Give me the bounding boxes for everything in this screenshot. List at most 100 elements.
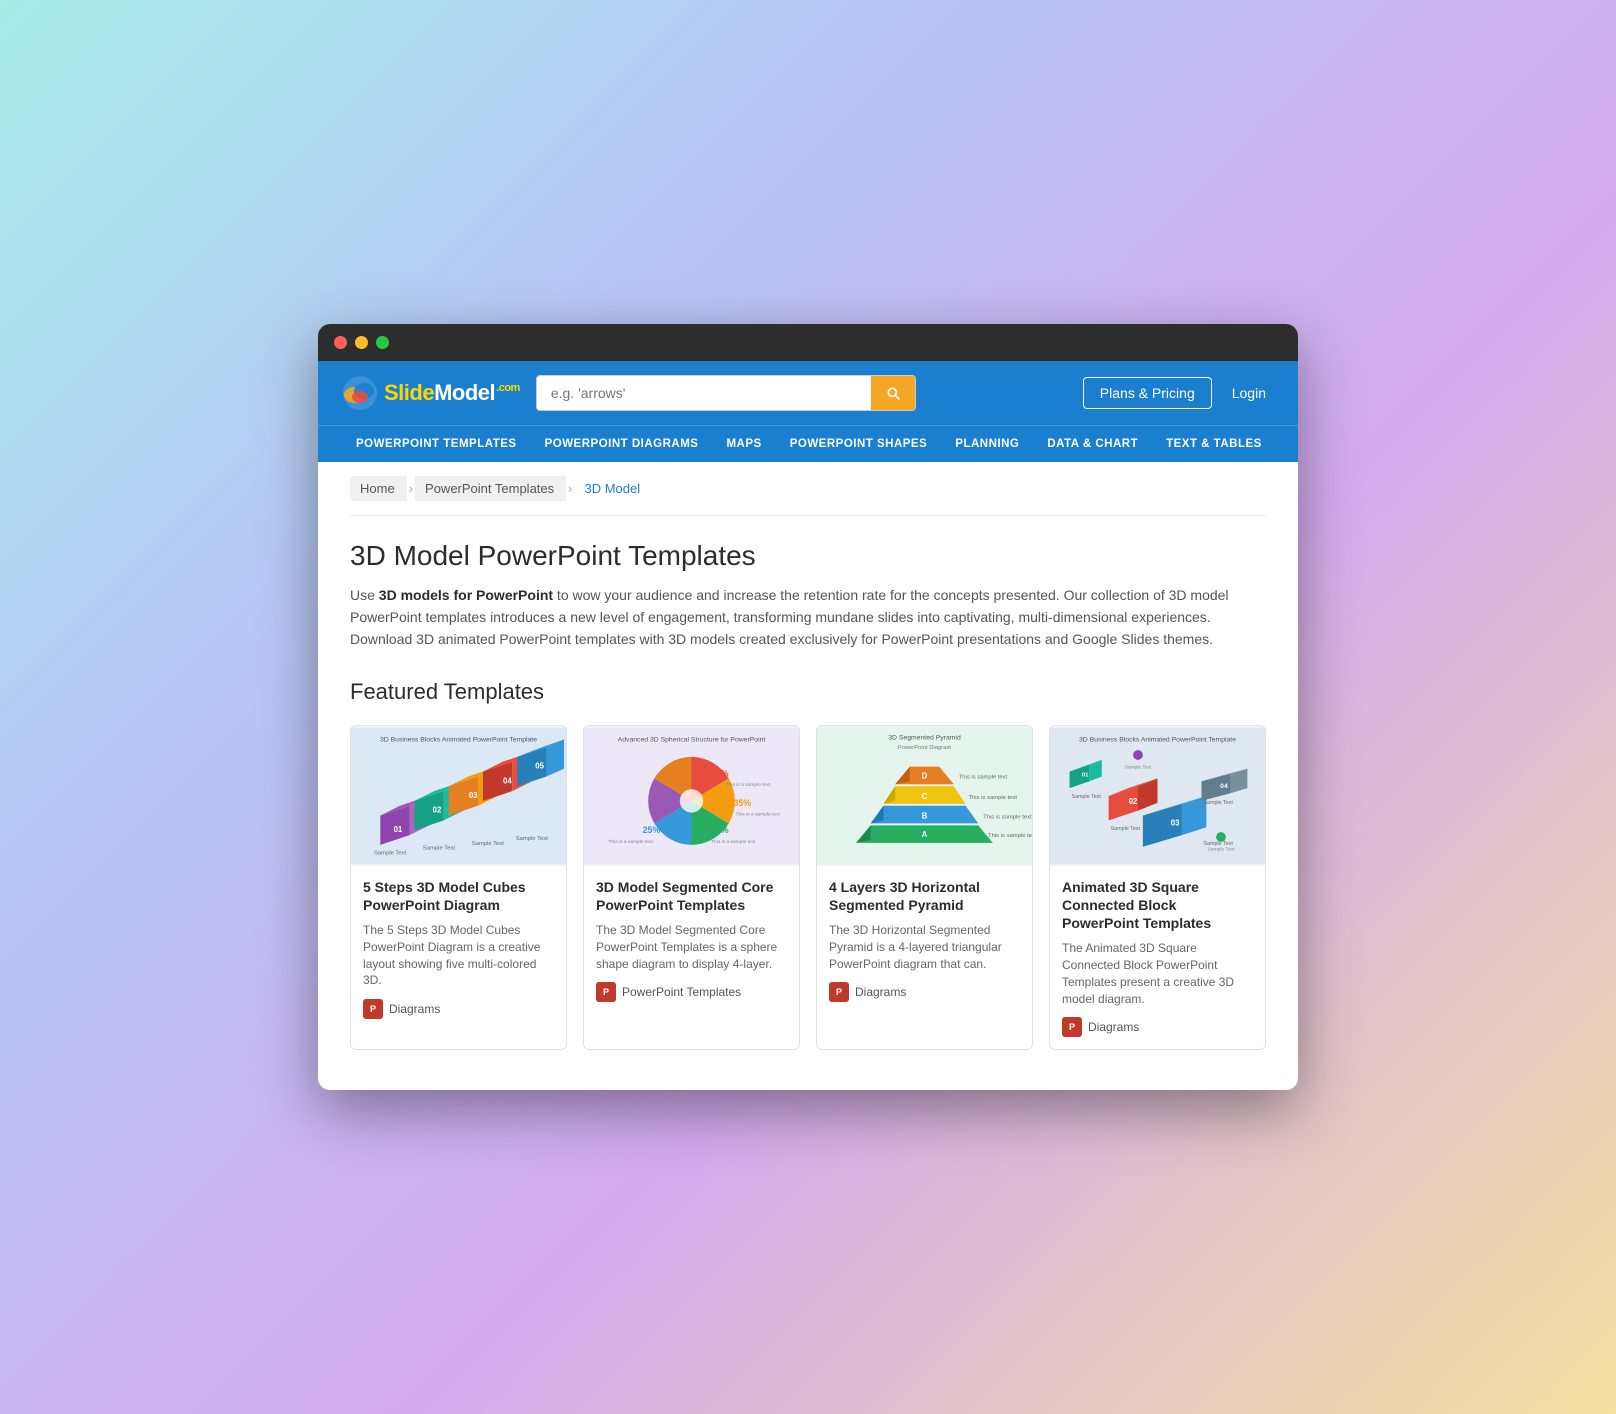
svg-text:This is a sample text: This is a sample text — [711, 839, 756, 845]
svg-text:25%: 25% — [643, 825, 661, 835]
logo-icon — [342, 375, 378, 411]
card-tag-2: P Diagrams — [829, 982, 1020, 1002]
card-desc-1: The 3D Model Segmented Core PowerPoint T… — [596, 922, 787, 972]
breadcrumb: Home › PowerPoint Templates › 3D Model — [350, 462, 1266, 516]
card-image-3: 3D Business Blocks Animated PowerPoint T… — [1050, 726, 1265, 866]
card-tag-label-1: PowerPoint Templates — [622, 985, 741, 999]
svg-text:D: D — [922, 771, 928, 780]
svg-text:This is sample text: This is sample text — [983, 814, 1032, 820]
svg-text:02: 02 — [1129, 797, 1138, 806]
svg-text:This is a sample text: This is a sample text — [735, 811, 780, 817]
search-input[interactable] — [537, 376, 871, 410]
svg-text:Sample Text: Sample Text — [1208, 846, 1235, 852]
card-tag-label-0: Diagrams — [389, 1002, 440, 1016]
card-title-2: 4 Layers 3D Horizontal Segmented Pyramid — [829, 878, 1020, 914]
card-title-3: Animated 3D Square Connected Block Power… — [1062, 878, 1253, 933]
svg-text:03: 03 — [1171, 818, 1180, 827]
svg-text:Sample Text: Sample Text — [1111, 826, 1141, 832]
browser-window: SlideModel.com Plans & Pricing Login POW… — [318, 324, 1298, 1091]
breadcrumb-home[interactable]: Home — [350, 476, 407, 501]
svg-text:Sample Text: Sample Text — [1125, 764, 1152, 770]
card-tag-label-3: Diagrams — [1088, 1020, 1139, 1034]
ppt-badge-1: P — [596, 982, 616, 1002]
svg-text:12%: 12% — [711, 768, 729, 778]
template-card-0[interactable]: 3D Business Blocks Animated PowerPoint T… — [350, 725, 567, 1051]
svg-text:05: 05 — [535, 761, 544, 770]
svg-text:03: 03 — [469, 791, 478, 800]
svg-text:This is sample text: This is sample text — [988, 833, 1032, 839]
search-button[interactable] — [871, 376, 915, 410]
svg-text:04: 04 — [1220, 783, 1228, 790]
card-title-1: 3D Model Segmented Core PowerPoint Templ… — [596, 878, 787, 914]
nav-item-powerpoint-templates[interactable]: POWERPOINT TEMPLATES — [342, 426, 531, 462]
svg-text:Advanced 3D Spherical Structur: Advanced 3D Spherical Structure for Powe… — [618, 736, 766, 743]
svg-text:04: 04 — [503, 776, 512, 785]
svg-text:This is a sample text: This is a sample text — [726, 782, 771, 788]
card-tag-label-2: Diagrams — [855, 985, 906, 999]
content-area: Home › PowerPoint Templates › 3D Model 3… — [318, 462, 1298, 1091]
login-button[interactable]: Login — [1224, 378, 1274, 408]
search-bar — [536, 375, 916, 411]
svg-text:02: 02 — [433, 805, 442, 814]
breadcrumb-current: 3D Model — [574, 476, 652, 501]
breadcrumb-ppt-templates[interactable]: PowerPoint Templates — [415, 476, 566, 501]
minimize-dot[interactable] — [355, 336, 368, 349]
svg-text:C: C — [922, 792, 928, 801]
nav-item-maps[interactable]: MAPS — [712, 426, 775, 462]
svg-text:Sample Text: Sample Text — [1203, 800, 1233, 806]
description-bold: 3D models for PowerPoint — [379, 587, 553, 603]
card-tag-0: P Diagrams — [363, 999, 554, 1019]
card-tag-1: P PowerPoint Templates — [596, 982, 787, 1002]
svg-text:3D Segmented Pyramid: 3D Segmented Pyramid — [888, 734, 961, 741]
featured-title: Featured Templates — [350, 679, 1266, 705]
template-card-2[interactable]: 3D Segmented Pyramid PowerPoint Diagram … — [816, 725, 1033, 1051]
svg-text:01: 01 — [394, 825, 403, 834]
svg-text:3D Business Blocks Animated Po: 3D Business Blocks Animated PowerPoint T… — [380, 736, 537, 743]
card-desc-2: The 3D Horizontal Segmented Pyramid is a… — [829, 922, 1020, 972]
description-plain: Use — [350, 587, 379, 603]
svg-text:PowerPoint Diagram: PowerPoint Diagram — [898, 745, 952, 751]
nav-item-data-chart[interactable]: DATA & CHART — [1033, 426, 1152, 462]
template-card-3[interactable]: 3D Business Blocks Animated PowerPoint T… — [1049, 725, 1266, 1051]
svg-text:Sample Text: Sample Text — [423, 845, 456, 851]
logo-text: SlideModel.com — [384, 380, 520, 406]
card-desc-3: The Animated 3D Square Connected Block P… — [1062, 940, 1253, 1007]
card-image-1: Advanced 3D Spherical Structure for Powe… — [584, 726, 799, 866]
maximize-dot[interactable] — [376, 336, 389, 349]
site-nav: POWERPOINT TEMPLATES POWERPOINT DIAGRAMS… — [318, 425, 1298, 462]
svg-text:A: A — [922, 830, 928, 839]
svg-text:This is sample text: This is sample text — [959, 774, 1008, 780]
svg-text:This is a sample text: This is a sample text — [608, 839, 653, 845]
search-icon — [885, 385, 901, 401]
logo[interactable]: SlideModel.com — [342, 375, 520, 411]
svg-text:This is sample text: This is sample text — [968, 795, 1017, 801]
svg-text:28%: 28% — [711, 825, 729, 835]
nav-item-text-tables[interactable]: TEXT & TABLES — [1152, 426, 1276, 462]
svg-text:3D Business Blocks Animated Po: 3D Business Blocks Animated PowerPoint T… — [1079, 736, 1236, 743]
card-body-1: 3D Model Segmented Core PowerPoint Templ… — [584, 866, 799, 1015]
svg-text:Sample Text: Sample Text — [1072, 794, 1102, 800]
svg-text:Sample Text: Sample Text — [472, 841, 505, 847]
card-body-2: 4 Layers 3D Horizontal Segmented Pyramid… — [817, 866, 1032, 1015]
card-body-3: Animated 3D Square Connected Block Power… — [1050, 866, 1265, 1050]
card-body-0: 5 Steps 3D Model Cubes PowerPoint Diagra… — [351, 866, 566, 1032]
svg-text:B: B — [922, 811, 928, 820]
template-card-1[interactable]: Advanced 3D Spherical Structure for Powe… — [583, 725, 800, 1051]
svg-text:Sample Text: Sample Text — [374, 850, 407, 856]
nav-item-powerpoint-diagrams[interactable]: POWERPOINT DIAGRAMS — [531, 426, 713, 462]
card-tag-3: P Diagrams — [1062, 1017, 1253, 1037]
breadcrumb-sep-2: › — [568, 481, 572, 496]
svg-text:Sample Text: Sample Text — [1203, 841, 1233, 847]
close-dot[interactable] — [334, 336, 347, 349]
nav-item-powerpoint-shapes[interactable]: POWERPOINT SHAPES — [776, 426, 942, 462]
svg-text:35%: 35% — [734, 797, 752, 807]
ppt-badge-3: P — [1062, 1017, 1082, 1037]
nav-item-planning[interactable]: PLANNING — [941, 426, 1033, 462]
browser-titlebar — [318, 324, 1298, 361]
card-desc-0: The 5 Steps 3D Model Cubes PowerPoint Di… — [363, 922, 554, 989]
plans-pricing-button[interactable]: Plans & Pricing — [1083, 377, 1212, 409]
site-header: SlideModel.com Plans & Pricing Login — [318, 361, 1298, 425]
ppt-badge-0: P — [363, 999, 383, 1019]
svg-text:Sample Text: Sample Text — [516, 836, 549, 842]
header-actions: Plans & Pricing Login — [1083, 377, 1274, 409]
